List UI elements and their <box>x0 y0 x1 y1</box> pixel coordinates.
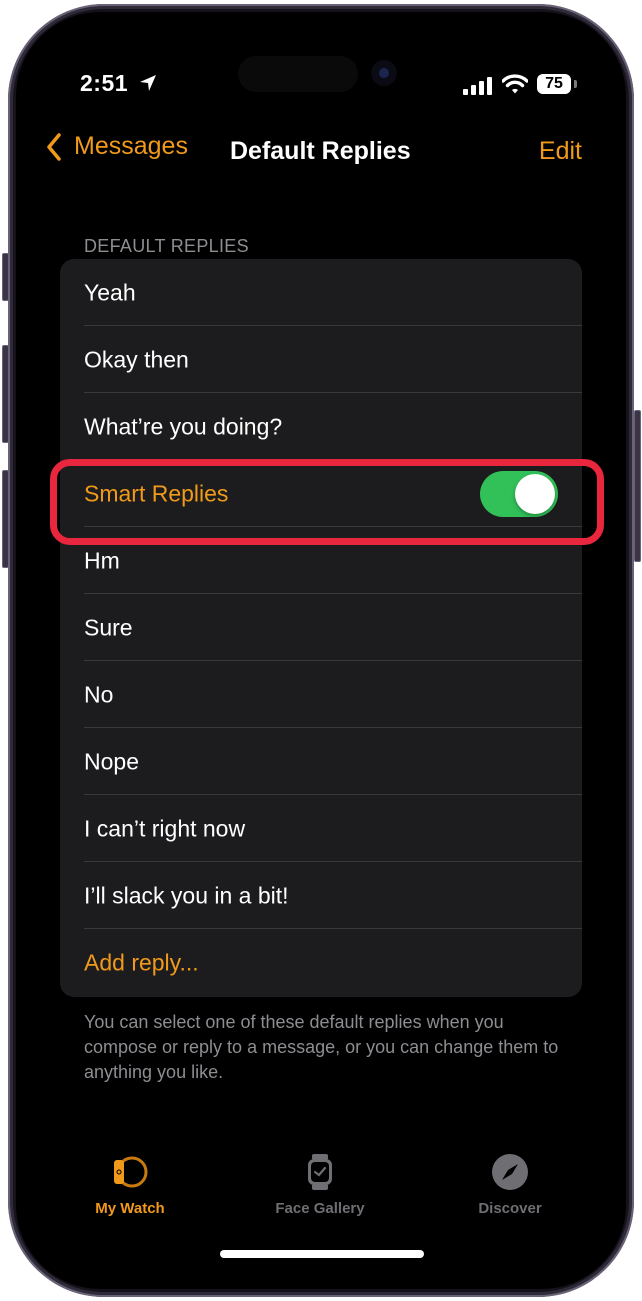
volume-down-button <box>2 470 9 568</box>
action-button <box>2 253 9 301</box>
tab-discover[interactable]: Discover <box>430 1152 590 1217</box>
reply-label: I’ll slack you in a bit! <box>84 882 289 908</box>
reply-label: Okay then <box>84 346 189 372</box>
reply-label: I can’t right now <box>84 815 246 841</box>
smart-replies-toggle[interactable] <box>480 470 558 517</box>
my-watch-icon <box>114 1156 148 1188</box>
reply-row[interactable]: No <box>60 661 582 728</box>
reply-row[interactable]: I can’t right now <box>60 795 582 862</box>
volume-up-button <box>2 345 9 443</box>
wifi-icon <box>501 73 529 100</box>
smart-replies-row: Smart Replies <box>60 460 582 527</box>
back-button-label: Messages <box>74 132 188 160</box>
watch-face-icon <box>308 1154 332 1190</box>
home-indicator[interactable] <box>220 1250 424 1258</box>
reply-label: Hm <box>84 547 120 573</box>
add-reply-label: Add reply... <box>84 949 199 975</box>
back-button[interactable]: Messages <box>46 132 188 161</box>
compass-icon <box>492 1154 528 1190</box>
tab-bar: My Watch Face Gallery Discover <box>16 1152 626 1222</box>
smart-replies-label: Smart Replies <box>84 480 229 506</box>
reply-row[interactable]: What’re you doing? <box>60 393 582 460</box>
reply-label: What’re you doing? <box>84 413 283 439</box>
reply-label: Nope <box>84 748 139 774</box>
section-header: DEFAULT REPLIES <box>84 236 249 256</box>
section-footer: You can select one of these default repl… <box>84 1012 559 1082</box>
power-button <box>634 410 641 562</box>
tab-label: Discover <box>478 1200 542 1217</box>
reply-row[interactable]: Yeah <box>60 259 582 326</box>
tab-my-watch[interactable]: My Watch <box>50 1152 210 1217</box>
replies-list: Yeah Okay then What’re you doing? Smart … <box>60 259 582 997</box>
navigation-bar: Messages Default Replies Edit <box>16 132 626 176</box>
reply-label: Sure <box>84 614 133 640</box>
reply-row[interactable]: Nope <box>60 728 582 795</box>
chevron-left-icon <box>47 132 61 161</box>
add-reply-button[interactable]: Add reply... <box>60 929 582 996</box>
tab-face-gallery[interactable]: Face Gallery <box>240 1152 400 1217</box>
cellular-signal-icon <box>463 77 493 100</box>
reply-row[interactable]: Sure <box>60 594 582 661</box>
reply-row[interactable]: Okay then <box>60 326 582 393</box>
battery-level: 75 <box>537 74 571 94</box>
edit-button[interactable]: Edit <box>539 137 582 166</box>
status-time: 2:51 <box>80 70 129 96</box>
status-bar: 2:51 75 <box>16 70 626 104</box>
location-arrow-icon <box>138 73 158 98</box>
battery-tip <box>574 80 577 88</box>
tab-label: My Watch <box>95 1200 165 1217</box>
toggle-knob <box>515 473 555 514</box>
reply-row[interactable]: I’ll slack you in a bit! <box>60 862 582 929</box>
reply-row[interactable]: Hm <box>60 527 582 594</box>
reply-label: No <box>84 681 114 707</box>
screen: 2:51 75 Messages Default Replies Edit DE… <box>16 12 626 1289</box>
reply-label: Yeah <box>84 279 136 305</box>
page-title: Default Replies <box>230 137 411 165</box>
tab-label: Face Gallery <box>275 1200 365 1217</box>
